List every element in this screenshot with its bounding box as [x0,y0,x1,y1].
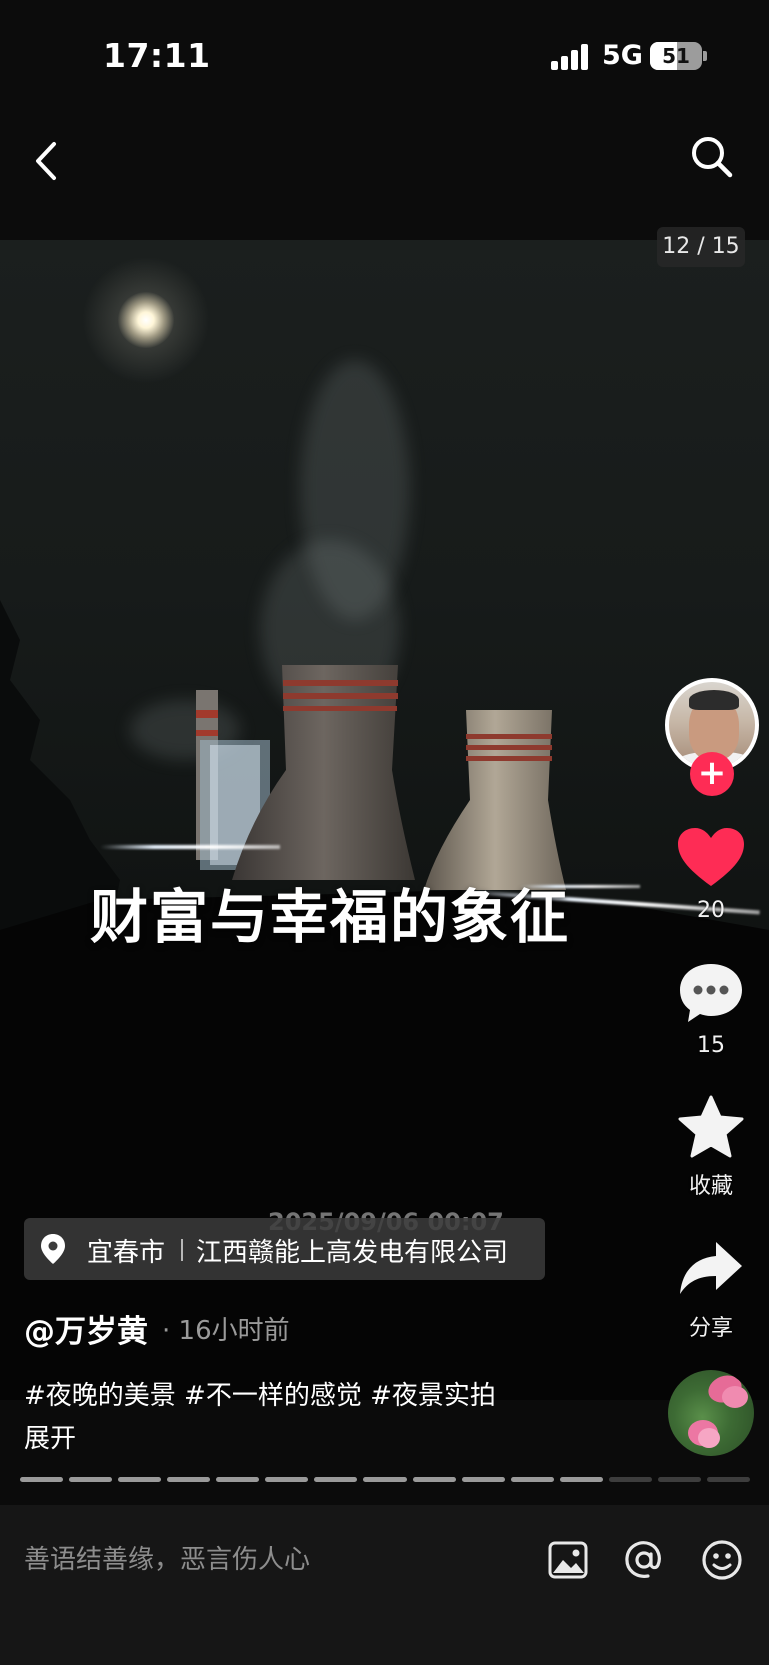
battery-tip [703,51,707,61]
carousel-progress [20,1477,750,1482]
progress-segment [363,1477,407,1482]
overlay-title: 财富与幸福的象征 [89,883,570,951]
location-city: 宜春市 [87,1238,166,1268]
author-name[interactable]: @万岁黄 [24,1306,148,1351]
like-button[interactable] [676,826,746,892]
chevron-left-icon[interactable] [28,136,68,186]
comment-button[interactable] [676,960,746,1026]
network-type: 5G [602,40,643,71]
page-indicator: 12 / 15 [657,227,745,267]
comment-input[interactable] [24,1540,484,1580]
progress-segment [20,1477,64,1482]
progress-segment [657,1477,701,1482]
favorite-label: 收藏 [688,1174,733,1199]
music-disc-icon[interactable] [668,1370,754,1456]
progress-segment [265,1477,309,1482]
image-icon[interactable] [546,1538,590,1582]
expand-caption-link[interactable]: 展开 [24,1418,76,1455]
star-icon [678,1095,744,1158]
battery-level: 51 [662,44,690,68]
progress-segment [608,1477,652,1482]
posted-time: · 16小时前 [162,1316,290,1346]
heart-icon [678,828,744,886]
cellular-signal-icon [551,44,591,70]
location-divider [181,1239,183,1261]
battery-icon: 51 [650,42,702,70]
progress-segment [706,1477,750,1482]
comment-bubble-icon [680,964,742,1022]
status-time: 17:11 [103,36,211,75]
location-pin-icon [40,1233,66,1265]
share-button[interactable] [676,1236,746,1302]
location-place: 江西赣能上高发电有限公司 [196,1238,509,1268]
comment-count: 15 [697,1033,725,1058]
status-bar: 17:11 5G 51 [0,0,769,110]
favorite-button[interactable] [676,1094,746,1160]
emoji-icon[interactable] [700,1538,744,1582]
progress-segment [314,1477,358,1482]
progress-segment [510,1477,554,1482]
progress-segment [559,1477,603,1482]
progress-segment [412,1477,456,1482]
like-count: 20 [697,898,725,923]
progress-segment [461,1477,505,1482]
progress-segment [118,1477,162,1482]
progress-segment [167,1477,211,1482]
follow-button[interactable]: + [690,752,734,796]
share-arrow-icon [680,1242,742,1294]
post-caption[interactable]: #夜晚的美景 #不一样的感觉 #夜景实拍 [24,1375,496,1412]
search-icon[interactable] [690,135,734,179]
top-nav [0,110,769,240]
share-label: 分享 [688,1316,733,1341]
mention-icon[interactable] [622,1538,666,1582]
progress-segment [69,1477,113,1482]
comment-bar [0,1505,769,1665]
progress-segment [216,1477,260,1482]
plus-icon: + [697,753,727,793]
